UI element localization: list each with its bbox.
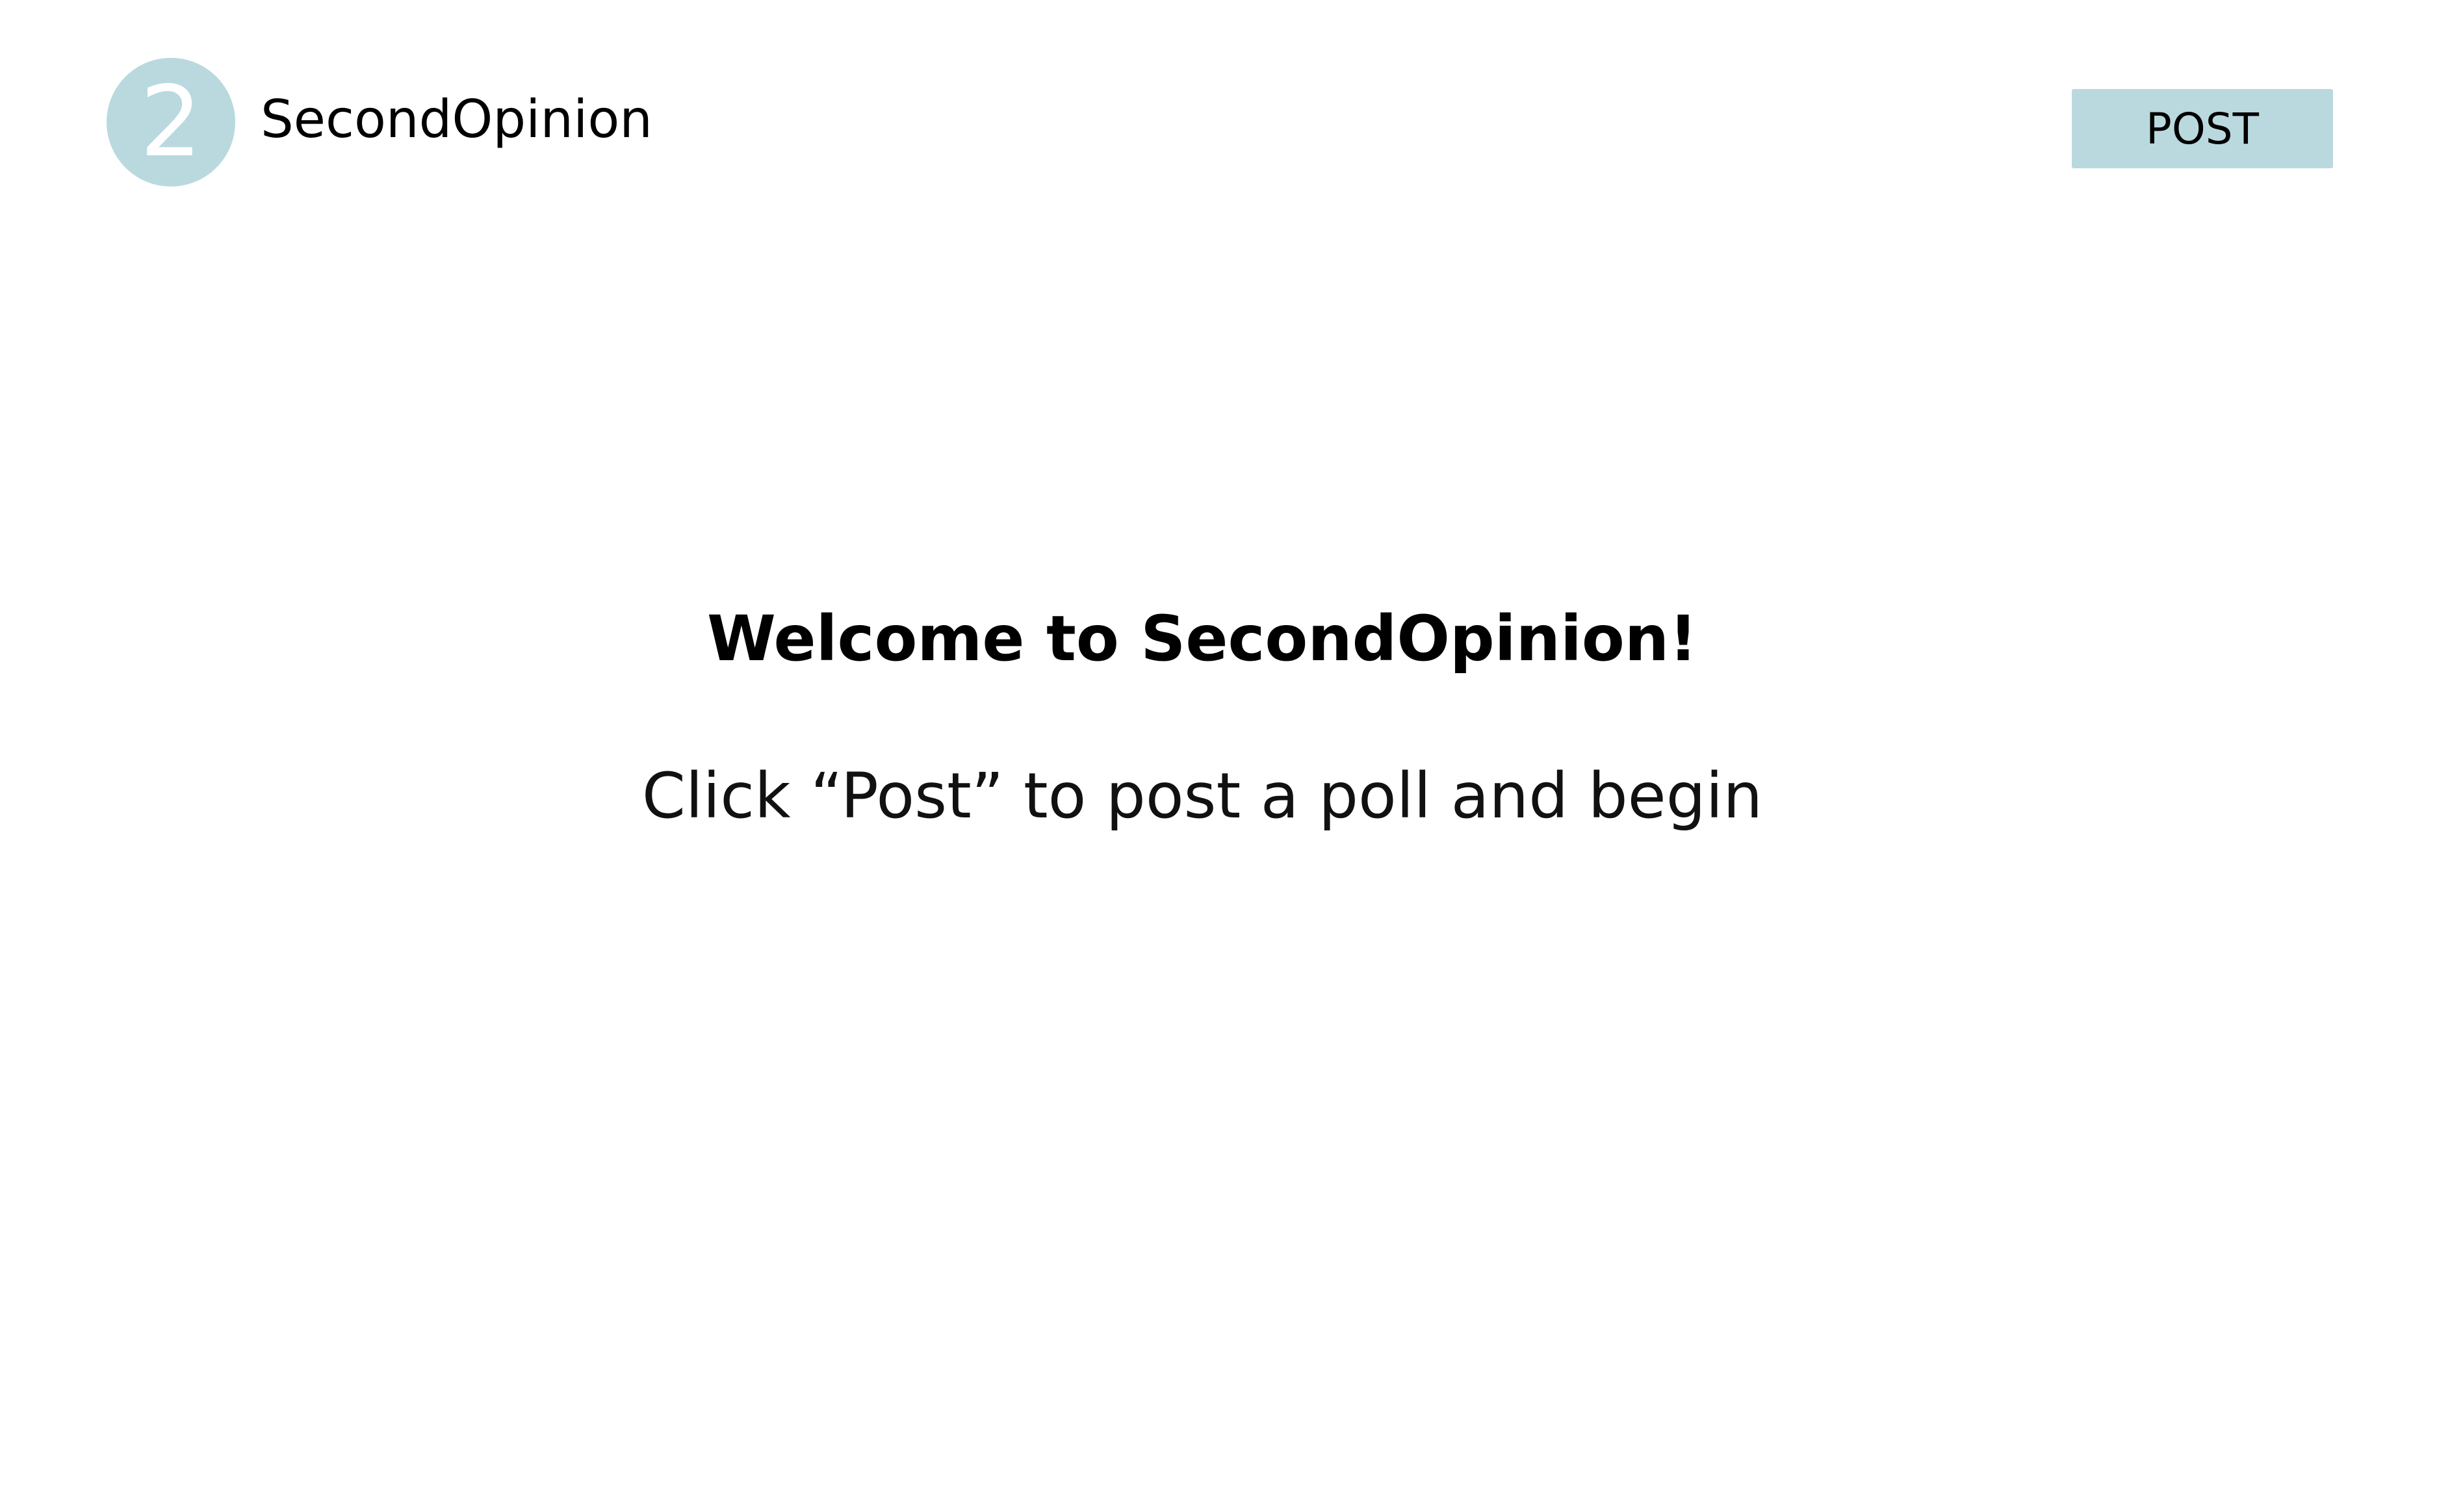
post-button[interactable]: POST <box>2072 89 2333 168</box>
logo-number: 2 <box>140 66 202 179</box>
instruction-text: Click “Post” to post a poll and begin <box>641 760 1763 832</box>
welcome-heading: Welcome to SecondOpinion! <box>707 602 1697 675</box>
logo-icon: 2 <box>107 58 235 186</box>
app-title: SecondOpinion <box>261 89 652 149</box>
